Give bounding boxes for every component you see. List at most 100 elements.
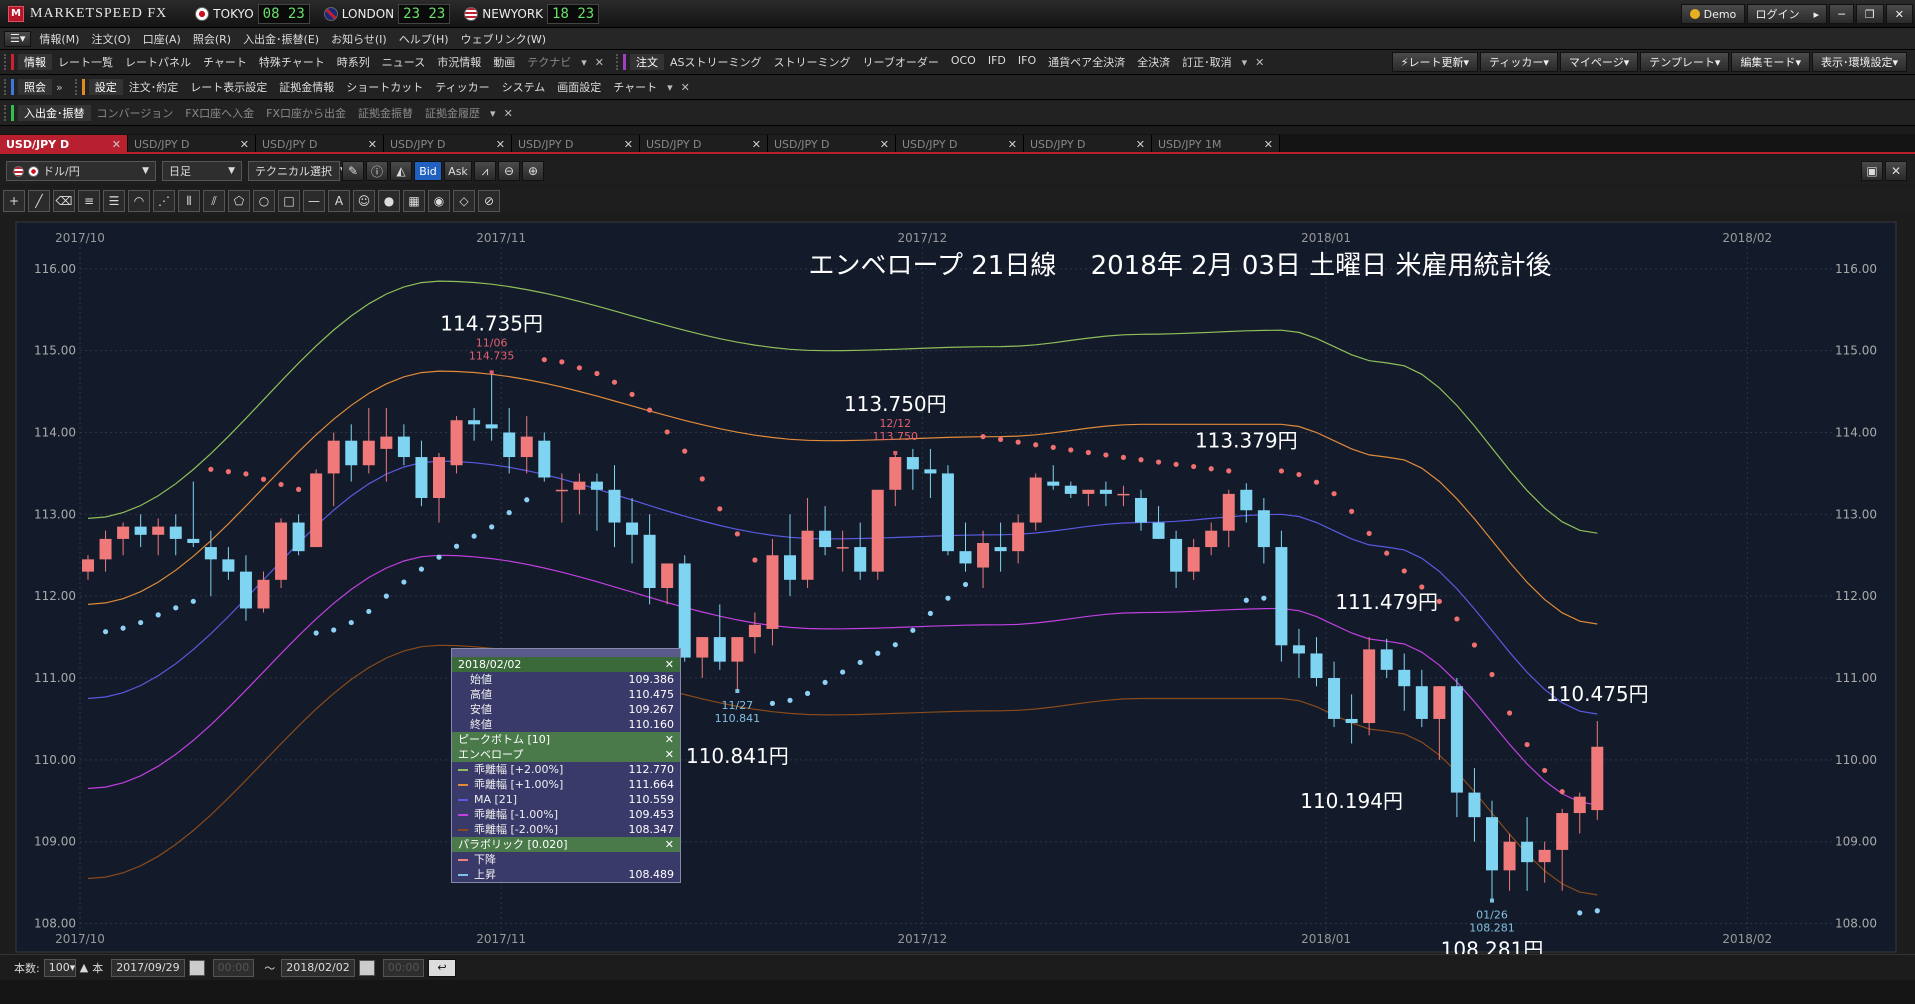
close-button[interactable]: ✕ bbox=[1885, 4, 1913, 24]
line-chart-icon[interactable]: ⩘ bbox=[474, 161, 496, 181]
toolbar-right-button[interactable]: 表示･環境設定 ▾ bbox=[1811, 52, 1907, 72]
palette-icon[interactable]: ◉ bbox=[428, 190, 450, 212]
toolbar-right-button[interactable]: マイページ ▾ bbox=[1559, 52, 1639, 72]
info-tool-item[interactable]: 市況情報 bbox=[431, 54, 487, 70]
refresh-icon[interactable]: ↩ bbox=[428, 958, 456, 977]
pen-icon[interactable]: ✎ bbox=[342, 161, 364, 181]
inquiry-label[interactable]: 照会 bbox=[18, 79, 52, 95]
maximize-icon[interactable]: ▣ bbox=[1861, 161, 1883, 181]
transfer-tool-item[interactable]: 証拠金履歴 bbox=[419, 105, 486, 121]
close-icon[interactable]: ✕ bbox=[665, 747, 674, 762]
count-select[interactable]: 100 ▾ bbox=[43, 958, 76, 977]
settings-tool-item[interactable]: チャート bbox=[607, 79, 663, 95]
info-tool-item[interactable]: レートパネル bbox=[119, 54, 197, 70]
period-select[interactable]: 日足 ▼ bbox=[162, 161, 242, 181]
info-tool-item[interactable]: 動画 bbox=[487, 54, 521, 70]
close-icon[interactable]: ✕ bbox=[624, 138, 633, 151]
close-icon[interactable]: ✕ bbox=[665, 657, 674, 672]
settings-tool-item[interactable]: ティッカー bbox=[429, 79, 495, 95]
menu-item[interactable]: ウェブリンク(W) bbox=[455, 31, 552, 47]
to-date-field[interactable]: 2018/02/02 bbox=[281, 958, 355, 977]
close-icon[interactable]: ✕ bbox=[496, 138, 505, 151]
hline-icon[interactable]: — bbox=[303, 190, 325, 212]
settings-tool-item[interactable]: 画面設定 bbox=[551, 79, 607, 95]
close-icon[interactable]: ✕ bbox=[880, 138, 889, 151]
menu-item[interactable]: 情報(M) bbox=[33, 31, 85, 47]
fibonacci-icon[interactable]: ☰ bbox=[103, 190, 125, 212]
toolbar-right-button[interactable]: 編集モード ▾ bbox=[1731, 52, 1810, 72]
grip-handle[interactable] bbox=[615, 54, 620, 70]
close-icon[interactable]: ✕ bbox=[591, 56, 608, 69]
grip-handle[interactable] bbox=[4, 54, 8, 70]
menu-item[interactable]: 口座(A) bbox=[137, 31, 187, 47]
chart-tab[interactable]: USD/JPY D ✕ bbox=[512, 135, 640, 152]
tool-technavi[interactable]: テクナビ bbox=[521, 54, 577, 70]
chevron-down-icon[interactable]: ▾ bbox=[663, 81, 677, 94]
close-icon[interactable]: ✕ bbox=[1251, 56, 1268, 69]
close-icon[interactable]: ✕ bbox=[665, 837, 674, 852]
fan-icon[interactable]: ⋰ bbox=[153, 190, 175, 212]
info-icon[interactable]: ⓘ bbox=[366, 161, 388, 181]
text-icon[interactable]: A bbox=[328, 190, 350, 212]
grip-handle[interactable] bbox=[4, 79, 8, 95]
data-window-popup[interactable]: 2018/02/02 ✕ 始値 109.386 高値 110.475 安値 109.267 終… bbox=[451, 648, 681, 883]
transfer-tool-item[interactable]: 証拠金振替 bbox=[352, 105, 419, 121]
close-icon[interactable]: ✕ bbox=[1008, 138, 1017, 151]
info-tool-item[interactable]: 時系列 bbox=[331, 54, 376, 70]
close-icon[interactable]: ✕ bbox=[368, 138, 377, 151]
horizontal-lines-icon[interactable]: ≡ bbox=[78, 190, 100, 212]
delete-all-icon[interactable]: ⊘ bbox=[478, 190, 500, 212]
from-time-field[interactable]: 00:00 bbox=[212, 958, 255, 977]
price-chart[interactable]: 108.00 108.00 109.00 109.00 110.00 110.00 111.… bbox=[0, 218, 1915, 958]
chart-tab[interactable]: USD/JPY D ✕ bbox=[384, 135, 512, 152]
bid-button[interactable]: Bid bbox=[414, 161, 442, 181]
zoom-in-icon[interactable]: ⊕ bbox=[522, 161, 544, 181]
order-tool-item[interactable]: IFO bbox=[1012, 54, 1042, 70]
calendar-icon[interactable] bbox=[358, 959, 375, 976]
close-icon[interactable]: ✕ bbox=[112, 138, 121, 151]
settings-tool-item[interactable]: レート表示設定 bbox=[184, 79, 273, 95]
menu-item[interactable]: お知らせ(I) bbox=[325, 31, 393, 47]
order-tool-item[interactable]: リーブオーダー bbox=[857, 54, 945, 70]
crosshair-icon[interactable]: + bbox=[3, 190, 25, 212]
chart-tab[interactable]: USD/JPY D ✕ bbox=[768, 135, 896, 152]
close-icon[interactable]: ✕ bbox=[1885, 161, 1907, 181]
toolbar-right-button[interactable]: ⚡ レート更新 ▾ bbox=[1391, 52, 1479, 72]
order-tool-item[interactable]: 訂正･取消 bbox=[1176, 54, 1238, 70]
info-tool-item[interactable]: 特殊チャート bbox=[253, 54, 331, 70]
close-icon[interactable]: ✕ bbox=[500, 107, 517, 120]
calendar-icon[interactable] bbox=[188, 959, 205, 976]
settings-tool-item[interactable]: 証拠金情報 bbox=[273, 79, 340, 95]
delete-icon[interactable]: ◇ bbox=[453, 190, 475, 212]
toolbar-right-button[interactable]: テンプレート ▾ bbox=[1640, 52, 1730, 72]
vertical-lines-icon[interactable]: ⦀ bbox=[178, 190, 200, 212]
toolbar-right-button[interactable]: ティッカー ▾ bbox=[1480, 52, 1558, 72]
menu-item[interactable]: 注文(O) bbox=[85, 31, 136, 47]
close-icon[interactable]: ✕ bbox=[1136, 138, 1145, 151]
chart-tab[interactable]: USD/JPY 1M ✕ bbox=[1152, 135, 1280, 152]
area-chart-icon[interactable]: ◭ bbox=[390, 161, 412, 181]
ask-button[interactable]: Ask bbox=[444, 161, 472, 181]
grip-handle[interactable] bbox=[74, 79, 79, 95]
settings-tool-item[interactable]: システム bbox=[496, 79, 552, 95]
order-tool-item[interactable]: 全決済 bbox=[1131, 54, 1176, 70]
chevron-expand-icon[interactable]: » bbox=[52, 81, 67, 94]
to-time-field[interactable]: 00:00 bbox=[382, 958, 425, 977]
chevron-down-icon[interactable]: ▾ bbox=[577, 56, 591, 69]
minimize-button[interactable]: ─ bbox=[1829, 4, 1854, 24]
login-button[interactable]: ログイン ▸ bbox=[1747, 4, 1828, 24]
count-up-icon[interactable]: ▲ bbox=[80, 961, 88, 974]
grip-handle[interactable] bbox=[4, 105, 8, 121]
close-icon[interactable]: ✕ bbox=[1264, 138, 1273, 151]
zoom-out-icon[interactable]: ⊖ bbox=[498, 161, 520, 181]
chart-tab[interactable]: USD/JPY D ✕ bbox=[896, 135, 1024, 152]
chart-tab[interactable]: USD/JPY D ✕ bbox=[0, 135, 128, 152]
info-tool-item[interactable]: チャート bbox=[197, 54, 253, 70]
order-tool-item[interactable]: ストリーミング bbox=[768, 54, 857, 70]
record-icon[interactable]: ● bbox=[378, 190, 400, 212]
chart-tab[interactable]: USD/JPY D ✕ bbox=[640, 135, 768, 152]
settings-tool-item[interactable]: ショートカット bbox=[340, 79, 429, 95]
currency-pair-select[interactable]: ドル/円 ▼ bbox=[6, 161, 156, 181]
pentagon-icon[interactable]: ⬠ bbox=[228, 190, 250, 212]
close-icon[interactable]: ✕ bbox=[752, 138, 761, 151]
